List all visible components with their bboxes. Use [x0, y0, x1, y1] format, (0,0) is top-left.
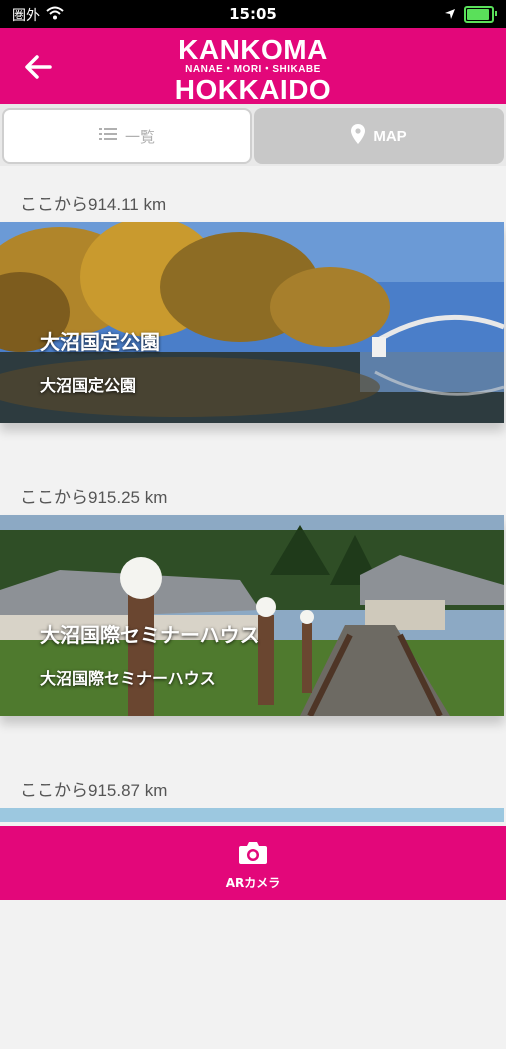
battery-icon [464, 6, 497, 23]
spot-card[interactable]: ここから915.87 km [0, 756, 506, 1049]
spot-distance: ここから915.87 km [20, 781, 168, 800]
location-arrow-icon [444, 5, 456, 24]
logo-line3: HOKKAIDO [174, 74, 332, 105]
ar-camera-label: ARカメラ [225, 876, 281, 890]
spot-title: 大沼国際セミナーハウス [40, 623, 260, 647]
spot-image-partial[interactable] [0, 808, 504, 822]
tab-map-label: MAP [373, 127, 407, 145]
view-tabs: 一覧 MAP [0, 104, 506, 166]
spot-subtitle: 大沼国定公園 [40, 376, 137, 395]
tab-list-label: 一覧 [124, 127, 155, 146]
status-right [444, 5, 497, 24]
spot-list: ここから914.11 km 大沼国定公園 大沼国定公園 ここから915.25 k… [0, 170, 506, 1049]
map-pin-icon [351, 124, 366, 148]
spot-title: 大沼国定公園 [40, 330, 160, 354]
logo-line1: KANKOMA [178, 34, 328, 65]
spot-image[interactable]: 大沼国定公園 大沼国定公園 [0, 222, 504, 423]
tab-map[interactable]: MAP [254, 108, 504, 164]
tab-list[interactable]: 一覧 [2, 108, 252, 164]
spot-card[interactable]: ここから914.11 km 大沼国定公園 大沼国定公園 [0, 170, 506, 463]
camera-icon [239, 842, 267, 864]
spot-distance: ここから915.25 km [20, 488, 168, 507]
status-bar: 圏外 15:05 [0, 0, 506, 28]
spot-subtitle: 大沼国際セミナーハウス [40, 669, 216, 688]
app-header: KANKOMA NANAE・MORI・SHIKABE HOKKAIDO [0, 28, 506, 104]
bottom-bar: ARカメラ [0, 826, 506, 900]
list-icon [98, 127, 117, 145]
app-logo: KANKOMA NANAE・MORI・SHIKABE HOKKAIDO [0, 36, 506, 104]
spot-distance: ここから914.11 km [20, 195, 167, 214]
spot-image[interactable]: 大沼国際セミナーハウス 大沼国際セミナーハウス [0, 515, 504, 716]
ar-camera-button[interactable]: ARカメラ [203, 834, 303, 894]
status-time: 15:05 [229, 5, 277, 23]
battery-fill [467, 9, 490, 20]
spot-card[interactable]: ここから915.25 km 大沼国際セミナーハウス 大沼国際セミナーハウス [0, 463, 506, 756]
